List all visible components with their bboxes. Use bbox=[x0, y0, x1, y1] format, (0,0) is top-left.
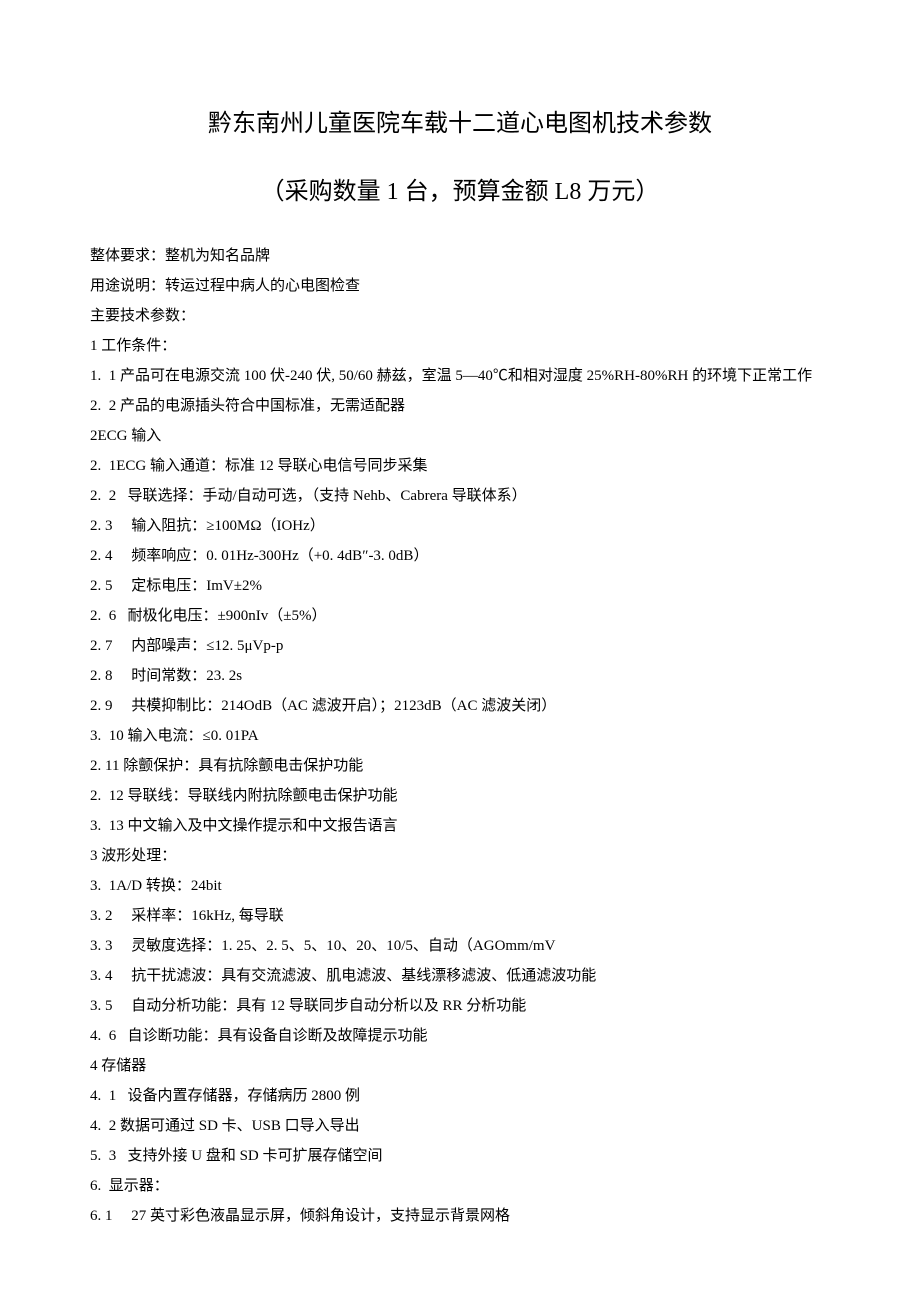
document-subtitle: （采购数量 1 台，预算金额 L8 万元） bbox=[90, 168, 830, 216]
spec-line: 4. 6 自诊断功能：具有设备自诊断及故障提示功能 bbox=[90, 1021, 830, 1051]
spec-line: 用途说明：转运过程中病人的心电图检查 bbox=[90, 271, 830, 301]
spec-line: 3. 4 抗干扰滤波：具有交流滤波、肌电滤波、基线漂移滤波、低通滤波功能 bbox=[90, 961, 830, 991]
spec-line: 2. 4 频率响应：0. 01Hz-300Hz（+0. 4dB″-3. 0dB） bbox=[90, 541, 830, 571]
spec-line: 1. 1 产品可在电源交流 100 伏-240 伏, 50/60 赫兹，室温 5… bbox=[90, 361, 830, 391]
spec-line: 3. 5 自动分析功能：具有 12 导联同步自动分析以及 RR 分析功能 bbox=[90, 991, 830, 1021]
spec-line: 2. 9 共模抑制比：214OdB（AC 滤波开启）；2123dB（AC 滤波关… bbox=[90, 691, 830, 721]
spec-line: 2ECG 输入 bbox=[90, 421, 830, 451]
spec-line: 4. 1 设备内置存储器，存储病历 2800 例 bbox=[90, 1081, 830, 1111]
spec-line: 2. 3 输入阻抗：≥100MΩ（IOHz） bbox=[90, 511, 830, 541]
spec-line: 3. 1A/D 转换：24bit bbox=[90, 871, 830, 901]
spec-line: 2. 5 定标电压：ImV±2% bbox=[90, 571, 830, 601]
spec-line: 2. 6 耐极化电压：±900nIv（±5%） bbox=[90, 601, 830, 631]
spec-line: 5. 3 支持外接 U 盘和 SD 卡可扩展存储空间 bbox=[90, 1141, 830, 1171]
spec-line: 2. 2 产品的电源插头符合中国标准，无需适配器 bbox=[90, 391, 830, 421]
spec-line: 2. 8 时间常数：23. 2s bbox=[90, 661, 830, 691]
spec-line: 3. 10 输入电流：≤0. 01PA bbox=[90, 721, 830, 751]
document-title: 黔东南州儿童医院车载十二道心电图机技术参数 bbox=[90, 100, 830, 148]
spec-line: 3. 13 中文输入及中文操作提示和中文报告语言 bbox=[90, 811, 830, 841]
spec-line: 2. 2 导联选择：手动/自动可选，（支持 Nehb、Cabrera 导联体系） bbox=[90, 481, 830, 511]
spec-line: 3 波形处理： bbox=[90, 841, 830, 871]
spec-line: 4 存储器 bbox=[90, 1051, 830, 1081]
spec-line: 1 工作条件： bbox=[90, 331, 830, 361]
spec-line: 3. 2 采样率：16kHz, 每导联 bbox=[90, 901, 830, 931]
spec-line: 6. 1 27 英寸彩色液晶显示屏，倾斜角设计，支持显示背景网格 bbox=[90, 1201, 830, 1231]
spec-line: 6. 显示器： bbox=[90, 1171, 830, 1201]
spec-line: 主要技术参数： bbox=[90, 301, 830, 331]
spec-line: 2. 7 内部噪声：≤12. 5μVp-p bbox=[90, 631, 830, 661]
spec-line: 整体要求：整机为知名品牌 bbox=[90, 241, 830, 271]
spec-line: 2. 11 除颤保护：具有抗除颤电击保护功能 bbox=[90, 751, 830, 781]
spec-line: 4. 2 数据可通过 SD 卡、USB 口导入导出 bbox=[90, 1111, 830, 1141]
spec-line: 2. 1ECG 输入通道：标准 12 导联心电信号同步采集 bbox=[90, 451, 830, 481]
document-body: 整体要求：整机为知名品牌用途说明：转运过程中病人的心电图检查主要技术参数：1 工… bbox=[90, 241, 830, 1231]
spec-line: 3. 3 灵敏度选择：1. 25、2. 5、5、10、20、10/5、自动（AG… bbox=[90, 931, 830, 961]
spec-line: 2. 12 导联线：导联线内附抗除颤电击保护功能 bbox=[90, 781, 830, 811]
